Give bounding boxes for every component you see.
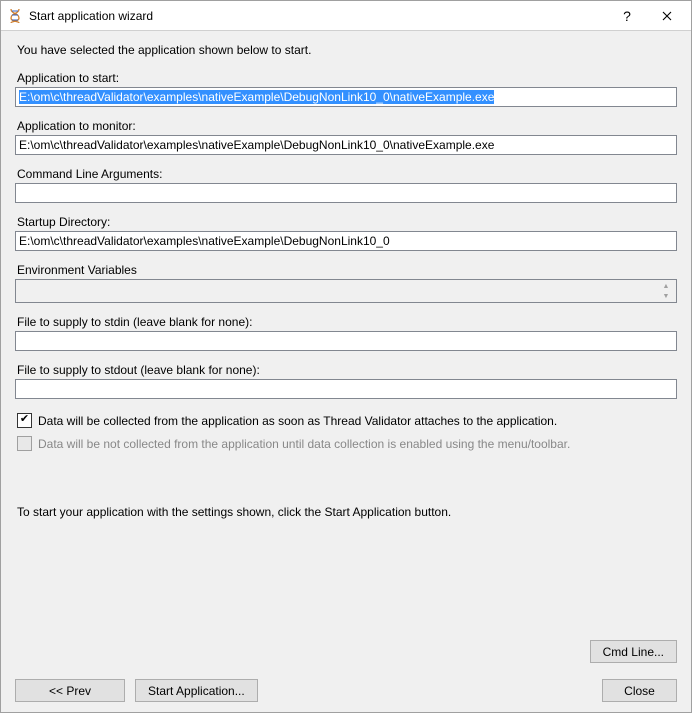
env-vars-label: Environment Variables <box>17 263 677 277</box>
app-to-monitor-field[interactable]: E:\om\c\threadValidator\examples\nativeE… <box>15 135 677 155</box>
start-application-button[interactable]: Start Application... <box>135 679 258 702</box>
collect-now-label: Data will be collected from the applicat… <box>38 414 557 428</box>
collect-later-row: Data will be not collected from the appl… <box>17 436 677 451</box>
app-icon <box>7 8 23 24</box>
chevron-up-icon[interactable]: ▲ <box>658 281 674 291</box>
start-hint: To start your application with the setti… <box>17 505 677 519</box>
collect-later-checkbox <box>17 436 32 451</box>
close-window-button[interactable] <box>647 2 687 30</box>
chevron-down-icon[interactable]: ▼ <box>658 291 674 301</box>
env-vars-field[interactable]: ▲ ▼ <box>15 279 677 303</box>
app-to-start-field[interactable]: E:\om\c\threadValidator\examples\nativeE… <box>15 87 677 107</box>
collect-now-checkbox[interactable] <box>17 413 32 428</box>
footer: Cmd Line... << Prev Start Application...… <box>15 640 677 706</box>
wizard-window: Start application wizard ? You have sele… <box>0 0 692 713</box>
window-title: Start application wizard <box>29 9 607 23</box>
stdout-field[interactable] <box>15 379 677 399</box>
content-area: You have selected the application shown … <box>1 31 691 712</box>
cmd-args-field[interactable] <box>15 183 677 203</box>
collect-later-label: Data will be not collected from the appl… <box>38 437 570 451</box>
collect-now-row[interactable]: Data will be collected from the applicat… <box>17 413 677 428</box>
app-to-start-label: Application to start: <box>17 71 677 85</box>
env-vars-spinner[interactable]: ▲ ▼ <box>658 281 674 301</box>
help-button[interactable]: ? <box>607 2 647 30</box>
startup-dir-label: Startup Directory: <box>17 215 677 229</box>
startup-dir-field[interactable]: E:\om\c\threadValidator\examples\nativeE… <box>15 231 677 251</box>
intro-text: You have selected the application shown … <box>17 43 677 57</box>
stdin-field[interactable] <box>15 331 677 351</box>
stdout-label: File to supply to stdout (leave blank fo… <box>17 363 677 377</box>
app-to-monitor-label: Application to monitor: <box>17 119 677 133</box>
titlebar: Start application wizard ? <box>1 1 691 31</box>
cmd-line-button[interactable]: Cmd Line... <box>590 640 677 663</box>
close-button[interactable]: Close <box>602 679 677 702</box>
stdin-label: File to supply to stdin (leave blank for… <box>17 315 677 329</box>
cmd-args-label: Command Line Arguments: <box>17 167 677 181</box>
prev-button[interactable]: << Prev <box>15 679 125 702</box>
